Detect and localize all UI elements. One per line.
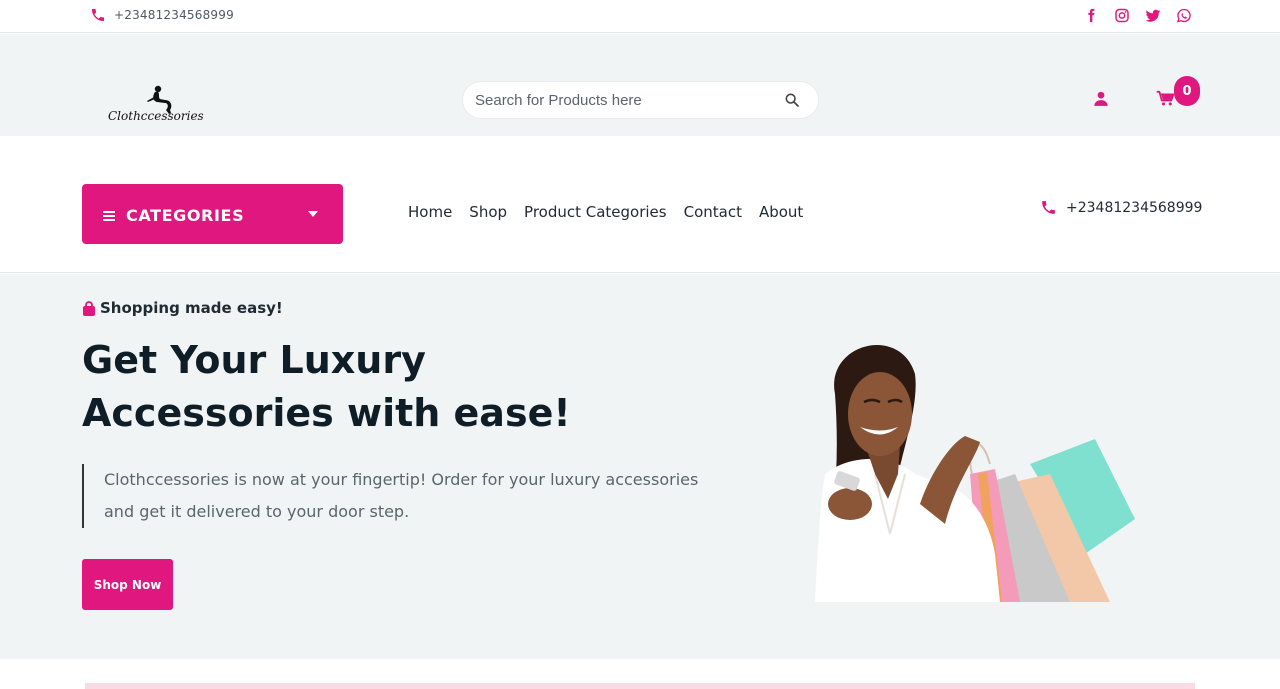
search-bar <box>462 81 819 119</box>
section-divider-strip <box>85 683 1195 689</box>
hero-title: Get Your Luxury Accessories with ease! <box>82 334 722 440</box>
hero-title-line-2: Accessories with ease! <box>82 391 571 435</box>
nav-phone[interactable]: +23481234568999 <box>1040 199 1202 216</box>
menu-item-shop[interactable]: Shop <box>469 203 507 221</box>
menu-item-product-categories[interactable]: Product Categories <box>524 203 667 221</box>
logo-text: Clothccessories <box>108 109 204 123</box>
cart-count-badge: 0 <box>1174 76 1200 106</box>
whatsapp-icon[interactable] <box>1176 7 1192 24</box>
header: Clothccessories <box>0 34 1280 136</box>
menu-item-contact[interactable]: Contact <box>684 203 742 221</box>
top-bar: +23481234568999 <box>0 0 1280 33</box>
categories-button[interactable]: CATEGORIES <box>82 184 343 244</box>
shopping-bag-icon <box>83 300 95 316</box>
twitter-icon[interactable] <box>1145 7 1161 24</box>
facebook-icon[interactable] <box>1083 7 1099 24</box>
menu-bars-icon <box>103 211 115 221</box>
phone-icon <box>1042 201 1055 214</box>
search-input[interactable] <box>475 90 775 110</box>
shop-now-button[interactable]: Shop Now <box>82 559 173 610</box>
cart-icon[interactable] <box>1156 90 1175 107</box>
hero-description: Clothccessories is now at your fingertip… <box>82 464 722 528</box>
phone-icon <box>92 9 104 21</box>
social-links <box>1083 7 1192 24</box>
instagram-icon[interactable] <box>1114 7 1130 24</box>
categories-label: CATEGORIES <box>126 206 245 225</box>
navigation-bar: CATEGORIES Home Shop Product Categories … <box>0 136 1280 273</box>
chevron-down-icon <box>308 211 318 217</box>
topbar-phone-number: +23481234568999 <box>114 8 234 22</box>
main-menu: Home Shop Product Categories Contact Abo… <box>408 203 803 221</box>
hero-title-line-1: Get Your Luxury <box>82 338 426 382</box>
hero-tagline-text: Shopping made easy! <box>100 299 283 317</box>
user-icon[interactable] <box>1093 90 1109 107</box>
hero-section: Shopping made easy! Get Your Luxury Acce… <box>0 274 1280 659</box>
menu-item-about[interactable]: About <box>759 203 803 221</box>
search-icon[interactable] <box>784 92 800 108</box>
hero-shopper-image <box>815 345 1135 602</box>
nav-phone-number: +23481234568999 <box>1066 199 1203 216</box>
site-logo[interactable]: Clothccessories <box>108 84 208 128</box>
menu-item-home[interactable]: Home <box>408 203 452 221</box>
hero-tagline: Shopping made easy! <box>82 299 283 317</box>
topbar-phone[interactable]: +23481234568999 <box>90 7 234 23</box>
